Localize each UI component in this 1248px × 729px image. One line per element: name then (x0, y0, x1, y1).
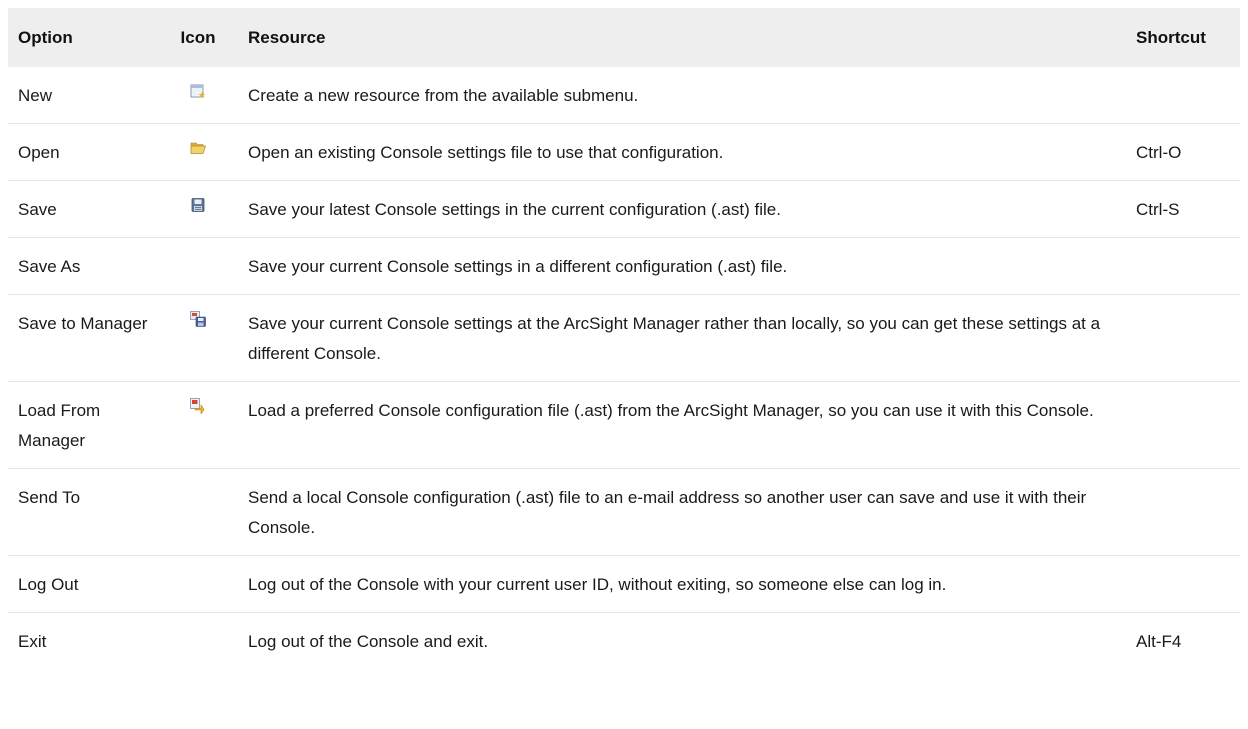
option-cell: Load From Manager (8, 381, 158, 469)
icon-cell (158, 381, 238, 469)
shortcut-cell: Ctrl-O (1130, 123, 1240, 181)
option-cell: Open (8, 123, 158, 181)
table-row: Save Save your latest Console settings i… (8, 180, 1240, 238)
table-header-row: Option Icon Resource Shortcut (8, 8, 1240, 67)
resource-cell: Save your current Console settings at th… (238, 294, 1130, 382)
resource-cell: Log out of the Console and exit. (248, 632, 489, 651)
table-row: Save As Save your current Console settin… (8, 237, 1240, 295)
icon-cell (158, 180, 238, 238)
shortcut-cell (1130, 381, 1240, 469)
table-row: Send To Send a local Console configurati… (8, 468, 1240, 556)
shortcut-cell: Alt-F4 (1136, 632, 1182, 651)
floppy-disk-icon (190, 197, 206, 213)
resource-cell: Load a preferred Console configuration f… (238, 381, 1130, 469)
option-cell: Send To (8, 468, 158, 556)
option-column-header: Option (18, 27, 73, 47)
table-row: Load From Manager Load a preferred Conso… (8, 381, 1240, 469)
option-cell: New (8, 67, 158, 124)
shortcut-column-header: Shortcut (1136, 27, 1206, 47)
save-to-manager-icon (190, 311, 206, 327)
resource-cell: Save your current Console settings in a … (238, 237, 1130, 295)
icon-cell (158, 468, 238, 556)
resource-cell: Open an existing Console settings file t… (238, 123, 1130, 181)
resource-cell: Create a new resource from the available… (238, 67, 1130, 124)
shortcut-cell (1130, 555, 1240, 613)
shortcut-cell (1130, 468, 1240, 556)
icon-cell (158, 294, 238, 382)
table-row: New Create a new resource from the avail… (8, 67, 1240, 124)
option-cell: Log Out (8, 555, 158, 613)
load-from-manager-icon (190, 398, 206, 414)
file-menu-options-table: Option Icon Resource Shortcut New Create… (8, 8, 1240, 669)
option-cell: Save to Manager (8, 294, 158, 382)
shortcut-cell (1130, 67, 1240, 124)
resource-cell: Save your latest Console settings in the… (238, 180, 1130, 238)
table-header: Option Icon Resource Shortcut (8, 8, 1240, 67)
table-body: New Create a new resource from the avail… (8, 67, 1240, 669)
icon-column-header: Icon (180, 27, 216, 47)
icon-cell (158, 555, 238, 613)
resource-cell: Log out of the Console with your current… (238, 555, 1130, 613)
icon-cell (158, 613, 238, 670)
new-resource-icon (190, 83, 206, 99)
shortcut-cell: Ctrl-S (1130, 180, 1240, 238)
shortcut-cell (1130, 294, 1240, 382)
table-row: Log Out Log out of the Console with your… (8, 555, 1240, 613)
resource-cell: Send a local Console configuration (.ast… (238, 468, 1130, 556)
folder-open-icon (190, 140, 206, 156)
icon-cell (158, 67, 238, 124)
shortcut-cell (1130, 237, 1240, 295)
option-cell: Exit (18, 632, 47, 651)
option-cell: Save (8, 180, 158, 238)
table-row: Open Open an existing Console settings f… (8, 123, 1240, 181)
icon-cell (158, 123, 238, 181)
icon-cell (158, 237, 238, 295)
table-row: Exit Log out of the Console and exit. Al… (8, 613, 1240, 670)
resource-column-header: Resource (248, 27, 326, 47)
option-cell: Save As (8, 237, 158, 295)
table-row: Save to Manager Save your current Consol… (8, 294, 1240, 382)
